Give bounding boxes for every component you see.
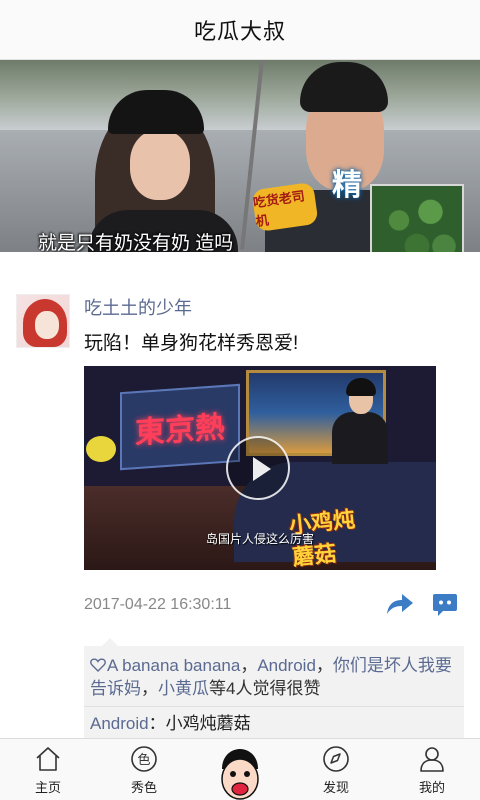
like-user-4[interactable]: 小黄瓜 — [158, 679, 209, 698]
likes-row: A banana banana，Android，你们是坏人我要告诉妈，小黄瓜等4… — [84, 646, 464, 707]
post-timestamp: 2017-04-22 16:30:11 — [84, 596, 232, 613]
like-separator: ， — [315, 656, 333, 675]
tab-center[interactable] — [192, 739, 288, 800]
avatar-face — [35, 311, 59, 339]
likes-suffix: 等4人觉得很赞 — [209, 679, 321, 698]
play-button[interactable] — [226, 436, 290, 500]
profile-icon — [420, 747, 444, 772]
post-username[interactable]: 吃土土的少年 — [84, 294, 192, 320]
comment-colon: ： — [148, 714, 166, 733]
svg-text:色: 色 — [137, 752, 150, 768]
heart-icon — [90, 658, 106, 672]
post-text: 玩陷！单身狗花样秀恩爱! — [84, 333, 299, 354]
like-user-1[interactable]: A banana banana — [107, 656, 240, 675]
video-caption: 岛国片人侵这么厉害 — [206, 532, 315, 546]
neon-sign: 東京熱 — [120, 383, 240, 471]
hero-subtitle: 就是只有奶没有奶 造吗 — [38, 233, 234, 252]
comment-row[interactable]: Android：小鸡炖蘑菇 — [84, 707, 464, 741]
tab-label: 主页 — [34, 780, 61, 795]
page-title: 吃瓜大叔 — [193, 18, 286, 44]
comment-author[interactable]: Android — [90, 714, 149, 733]
plant-thumbnail — [370, 184, 464, 252]
feed-post: 吃土土的少年 玩陷！单身狗花样秀恩爱! 東京熱 小鸡炖蘑菇 岛国片人侵这么厉害 … — [0, 252, 480, 741]
cartoon-face-icon — [221, 749, 259, 800]
share-icon[interactable] — [386, 592, 414, 616]
anchor-body — [332, 412, 388, 464]
microphone-sticker: 吃货老司机 — [251, 181, 319, 233]
tab-label: 秀色 — [130, 780, 157, 795]
compass-icon — [323, 746, 349, 772]
tab-label: 我的 — [418, 780, 445, 795]
home-icon — [36, 747, 60, 771]
hero-banner-image[interactable]: 吃货老司机 精 就是只有奶没有奶 造吗 — [0, 60, 480, 252]
tab-label: 发现 — [322, 780, 349, 795]
tab-home[interactable]: 主页 — [0, 739, 96, 800]
navigation-bar: 吃瓜大叔 — [0, 0, 480, 60]
comment-text: 小鸡炖蘑菇 — [165, 714, 251, 733]
like-user-2[interactable]: Android — [257, 656, 316, 675]
show-icon: 色 — [131, 746, 157, 772]
video-thumbnail[interactable]: 東京熱 小鸡炖蘑菇 岛国片人侵这么厉害 — [84, 366, 436, 570]
bottom-tab-bar: 主页 色 秀色 发现 我的 — [0, 738, 480, 800]
play-icon — [253, 457, 271, 481]
comment-icon[interactable] — [432, 592, 458, 616]
tab-show[interactable]: 色 秀色 — [96, 739, 192, 800]
girl-face — [130, 130, 190, 200]
avatar[interactable] — [16, 294, 70, 348]
tab-discover[interactable]: 发现 — [288, 739, 384, 800]
duck-toy — [86, 436, 116, 462]
likes-comments-box: A banana banana，Android，你们是坏人我要告诉妈，小黄瓜等4… — [84, 638, 464, 741]
like-separator: ， — [240, 656, 258, 675]
like-separator: ， — [141, 679, 158, 698]
tab-profile[interactable]: 我的 — [384, 739, 480, 800]
street-background — [0, 60, 480, 130]
